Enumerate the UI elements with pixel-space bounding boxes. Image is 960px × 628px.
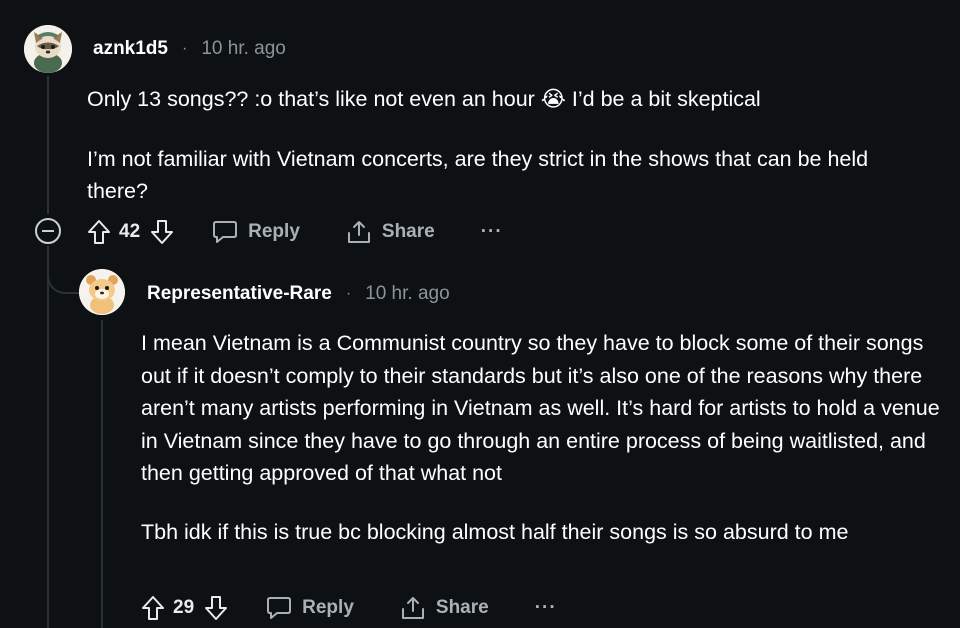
more-options-button[interactable]: ··· bbox=[535, 597, 557, 619]
meta-separator: · bbox=[345, 285, 352, 302]
timestamp[interactable]: 10 hr. ago bbox=[365, 283, 450, 305]
comment-actions: 42 Reply Share ··· bbox=[87, 216, 503, 248]
username[interactable]: aznk1d5 bbox=[93, 38, 168, 60]
vote-count: 42 bbox=[119, 221, 141, 242]
share-button[interactable]: Share bbox=[346, 219, 435, 245]
more-options-button[interactable]: ··· bbox=[481, 221, 503, 243]
comment-body: I mean Vietnam is a Communist country so… bbox=[141, 327, 941, 548]
avatar[interactable] bbox=[79, 269, 125, 315]
reply-button[interactable]: Reply bbox=[212, 220, 300, 244]
downvote-icon bbox=[151, 220, 174, 244]
share-icon bbox=[401, 597, 424, 619]
thread-line-main[interactable] bbox=[47, 76, 49, 214]
comment-actions: 29 Reply Share ··· bbox=[141, 592, 557, 624]
downvote-icon bbox=[205, 596, 228, 620]
upvote-icon bbox=[88, 220, 110, 244]
thread-elbow bbox=[47, 250, 79, 294]
thread-line-main-lower[interactable] bbox=[47, 246, 49, 628]
share-label: Share bbox=[435, 597, 489, 618]
collapse-icon bbox=[42, 230, 54, 232]
upvote-button[interactable] bbox=[87, 219, 111, 245]
comment-paragraph: I’m not familiar with Vietnam concerts, … bbox=[87, 146, 869, 204]
timestamp[interactable]: 10 hr. ago bbox=[201, 38, 286, 60]
vote-count: 29 bbox=[173, 597, 195, 618]
share-button[interactable]: Share bbox=[400, 595, 489, 621]
downvote-button[interactable] bbox=[150, 219, 174, 245]
share-icon bbox=[347, 221, 370, 243]
downvote-button[interactable] bbox=[204, 595, 228, 621]
more-icon: ··· bbox=[480, 221, 503, 242]
comment-paragraph: Tbh idk if this is true bc blocking almo… bbox=[141, 519, 849, 544]
upvote-button[interactable] bbox=[141, 595, 165, 621]
reply-bubble-icon bbox=[267, 597, 292, 619]
share-label: Share bbox=[381, 221, 435, 242]
more-icon: ··· bbox=[534, 597, 557, 618]
thread-line-reply[interactable] bbox=[101, 320, 103, 628]
bear-avatar-icon bbox=[79, 269, 125, 315]
comment-meta: Representative-Rare · 10 hr. ago bbox=[147, 283, 450, 305]
comment-paragraph: I mean Vietnam is a Communist country so… bbox=[141, 331, 940, 485]
comment-paragraph: Only 13 songs?? :o that’s like not even … bbox=[87, 87, 761, 111]
reply-label: Reply bbox=[302, 597, 354, 618]
avatar[interactable] bbox=[24, 25, 72, 73]
reply-bubble-icon bbox=[213, 221, 238, 243]
reply-label: Reply bbox=[248, 221, 300, 242]
username[interactable]: Representative-Rare bbox=[147, 283, 332, 305]
comment-meta: aznk1d5 · 10 hr. ago bbox=[93, 38, 286, 60]
comment-body: Only 13 songs?? :o that’s like not even … bbox=[87, 83, 947, 208]
meta-separator: · bbox=[181, 40, 188, 57]
reply-button[interactable]: Reply bbox=[266, 596, 354, 620]
upvote-icon bbox=[142, 596, 164, 620]
collapse-button[interactable] bbox=[35, 218, 61, 244]
raccoon-avatar-icon bbox=[24, 25, 72, 73]
